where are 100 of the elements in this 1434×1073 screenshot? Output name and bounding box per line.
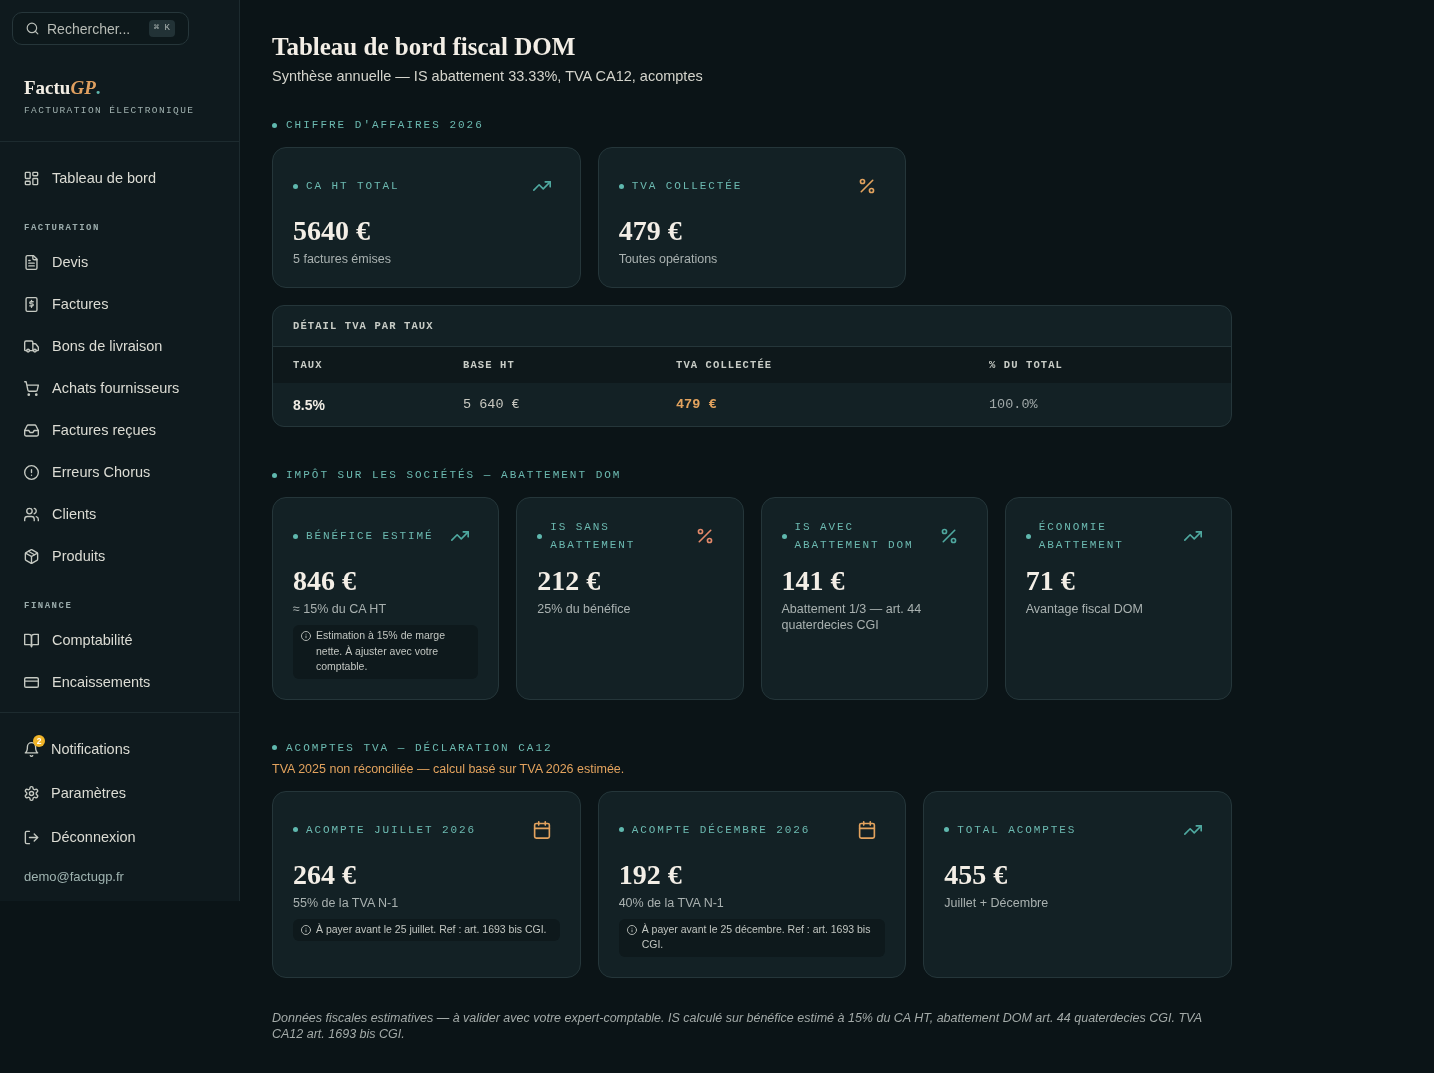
card-label: IS SANS ABATTEMENT xyxy=(550,520,637,553)
section-heading: ACOMPTES TVA — DÉCLARATION CA12 xyxy=(286,740,553,756)
nav-item[interactable]: Factures xyxy=(12,283,121,325)
nav-item[interactable]: Produits xyxy=(12,535,118,577)
card-value: 192 € xyxy=(618,858,683,891)
nav-item[interactable]: Bons de livraison xyxy=(12,325,175,367)
settings-icon xyxy=(24,785,39,801)
bell-icon xyxy=(24,741,39,757)
nav-item[interactable]: Comptabilité xyxy=(12,619,145,661)
shortcut-key: ⌘ K xyxy=(148,20,175,37)
calendar-icon xyxy=(532,820,551,839)
card-value: 846 € xyxy=(293,565,357,597)
info-text: À payer avant le 25 décembre. Ref : art. 1693 bis CGI. xyxy=(641,921,872,952)
card-value: 5640 € xyxy=(293,215,371,247)
info-text: À payer avant le 25 juillet. Ref : art. 1693 bis CGI. xyxy=(316,921,547,937)
dot-icon xyxy=(618,827,624,832)
card-label: TOTAL ACOMPTES xyxy=(957,822,1078,838)
brand-tagline: FACTURATION ÉLECTRONIQUE xyxy=(24,104,196,118)
card-note: 40% de la TVA N-1 xyxy=(618,894,725,911)
receipt-icon xyxy=(24,296,39,312)
book-icon xyxy=(24,632,39,648)
table-cell: 479 € xyxy=(676,395,717,414)
column-header: % DU TOTAL xyxy=(989,358,1063,372)
page-subtitle: Synthèse annuelle — IS abattement 33.33%, TVA CA12, acomptes xyxy=(272,67,704,85)
card-note: 55% de la TVA N-1 xyxy=(293,894,400,911)
table-cell: 8.5% xyxy=(293,395,325,414)
dot-icon xyxy=(272,472,277,478)
percent-icon xyxy=(939,527,958,545)
count-badge: 2 xyxy=(33,734,45,747)
inbox-icon xyxy=(24,422,39,438)
card-value: 479 € xyxy=(618,215,683,247)
card-label: TVA COLLECTÉE xyxy=(631,178,744,194)
nav-item[interactable]: Déconnexion xyxy=(12,815,148,859)
table-cell: 5 640 € xyxy=(463,395,520,414)
card-value: 212 € xyxy=(537,565,602,597)
column-header: TVA COLLECTÉE xyxy=(676,358,773,372)
card-note: ≈ 15% du CA HT xyxy=(293,601,387,617)
info-text: Estimation à 15% de marge nette. À ajuster avec votre comptable. xyxy=(316,628,446,674)
page-title: Tableau de bord fiscal DOM xyxy=(272,32,577,62)
table-cell: 100.0% xyxy=(989,395,1038,414)
column-header: BASE HT xyxy=(463,358,515,372)
nav-section-heading: FACTURATION xyxy=(24,222,100,235)
search-icon xyxy=(26,22,39,35)
card-label: IS AVEC ABATTEMENT DOM xyxy=(794,520,915,553)
calendar-icon xyxy=(858,820,877,839)
card-label: ACOMPTE DÉCEMBRE 2026 xyxy=(631,822,812,838)
nav-item[interactable]: Erreurs Chorus xyxy=(12,451,163,493)
nav-section-heading: FINANCE xyxy=(24,600,73,613)
dot-icon xyxy=(944,827,950,832)
nav-item[interactable]: Devis xyxy=(12,241,101,283)
nav-item[interactable]: 2 Notifications xyxy=(12,727,142,771)
user-email: demo@factugp.fr xyxy=(24,869,124,885)
truck-icon xyxy=(24,338,39,354)
nav-item[interactable]: Tableau de bord xyxy=(12,157,168,199)
info-icon xyxy=(301,924,311,935)
card-value: 141 € xyxy=(781,565,846,597)
card-note: Toutes opérations xyxy=(618,251,719,267)
card-note: 25% du bénéfice xyxy=(537,601,632,617)
percent-icon xyxy=(695,527,714,545)
info-icon xyxy=(301,631,311,641)
dot-icon xyxy=(618,183,624,189)
dot-icon xyxy=(781,533,787,539)
warning-text: TVA 2025 non réconciliée — calcul basé sur TVA 2026 estimée. xyxy=(272,760,626,777)
percent-icon xyxy=(858,177,877,195)
nav-item[interactable]: Encaissements xyxy=(12,661,163,703)
dot-icon xyxy=(293,533,298,539)
dot-icon xyxy=(293,827,298,832)
nav-item[interactable]: Factures reçues xyxy=(12,409,168,451)
section-heading: IMPÔT SUR LES SOCIÉTÉS — ABATTEMENT DOM xyxy=(286,467,622,483)
card-label: ACOMPTE JUILLET 2026 xyxy=(306,822,478,838)
dot-icon xyxy=(1025,533,1031,539)
card-note: Juillet + Décembre xyxy=(944,894,1050,911)
card-value: 71 € xyxy=(1025,565,1076,597)
column-header: TAUX xyxy=(293,358,323,372)
nav-item[interactable]: Clients xyxy=(12,493,109,535)
footnote: Données fiscales estimatives — à valider avec votre expert-comptable. IS calculé sur bénéfice estimé à 15% du CA HT, abattement DOM art. 44 quaterdecies CGI. TVA CA12 art. 1693 bis CGI. xyxy=(272,1009,1203,1042)
cart-icon xyxy=(24,380,39,396)
dot-icon xyxy=(272,122,277,128)
document-icon xyxy=(24,254,39,270)
users-icon xyxy=(24,506,39,522)
dot-icon xyxy=(537,533,543,539)
grid-icon xyxy=(24,170,39,186)
section-heading: CHIFFRE D'AFFAIRES 2026 xyxy=(286,118,484,133)
box-icon xyxy=(24,548,39,564)
card-note: Avantage fiscal DOM xyxy=(1025,601,1144,617)
logout-icon xyxy=(24,829,39,845)
card-label: ÉCONOMIE ABATTEMENT xyxy=(1038,519,1125,553)
dot-icon xyxy=(293,183,298,189)
brand-logo: FactuGP. xyxy=(24,76,101,100)
card-label: BÉNÉFICE ESTIMÉ xyxy=(306,528,435,544)
card-note: Abattement 1/3 — art. 44 quaterdecies CGI xyxy=(781,601,923,633)
nav-item[interactable]: Paramètres xyxy=(12,771,138,815)
card-value: 264 € xyxy=(293,858,357,891)
credit-card-icon xyxy=(24,674,39,690)
card-value: 455 € xyxy=(944,858,1009,891)
dot-icon xyxy=(272,745,277,750)
nav-item[interactable]: Achats fournisseurs xyxy=(12,367,192,409)
alert-icon xyxy=(24,464,39,480)
card-label: CA HT TOTAL xyxy=(306,179,401,194)
card-note: 5 factures émises xyxy=(293,251,392,267)
